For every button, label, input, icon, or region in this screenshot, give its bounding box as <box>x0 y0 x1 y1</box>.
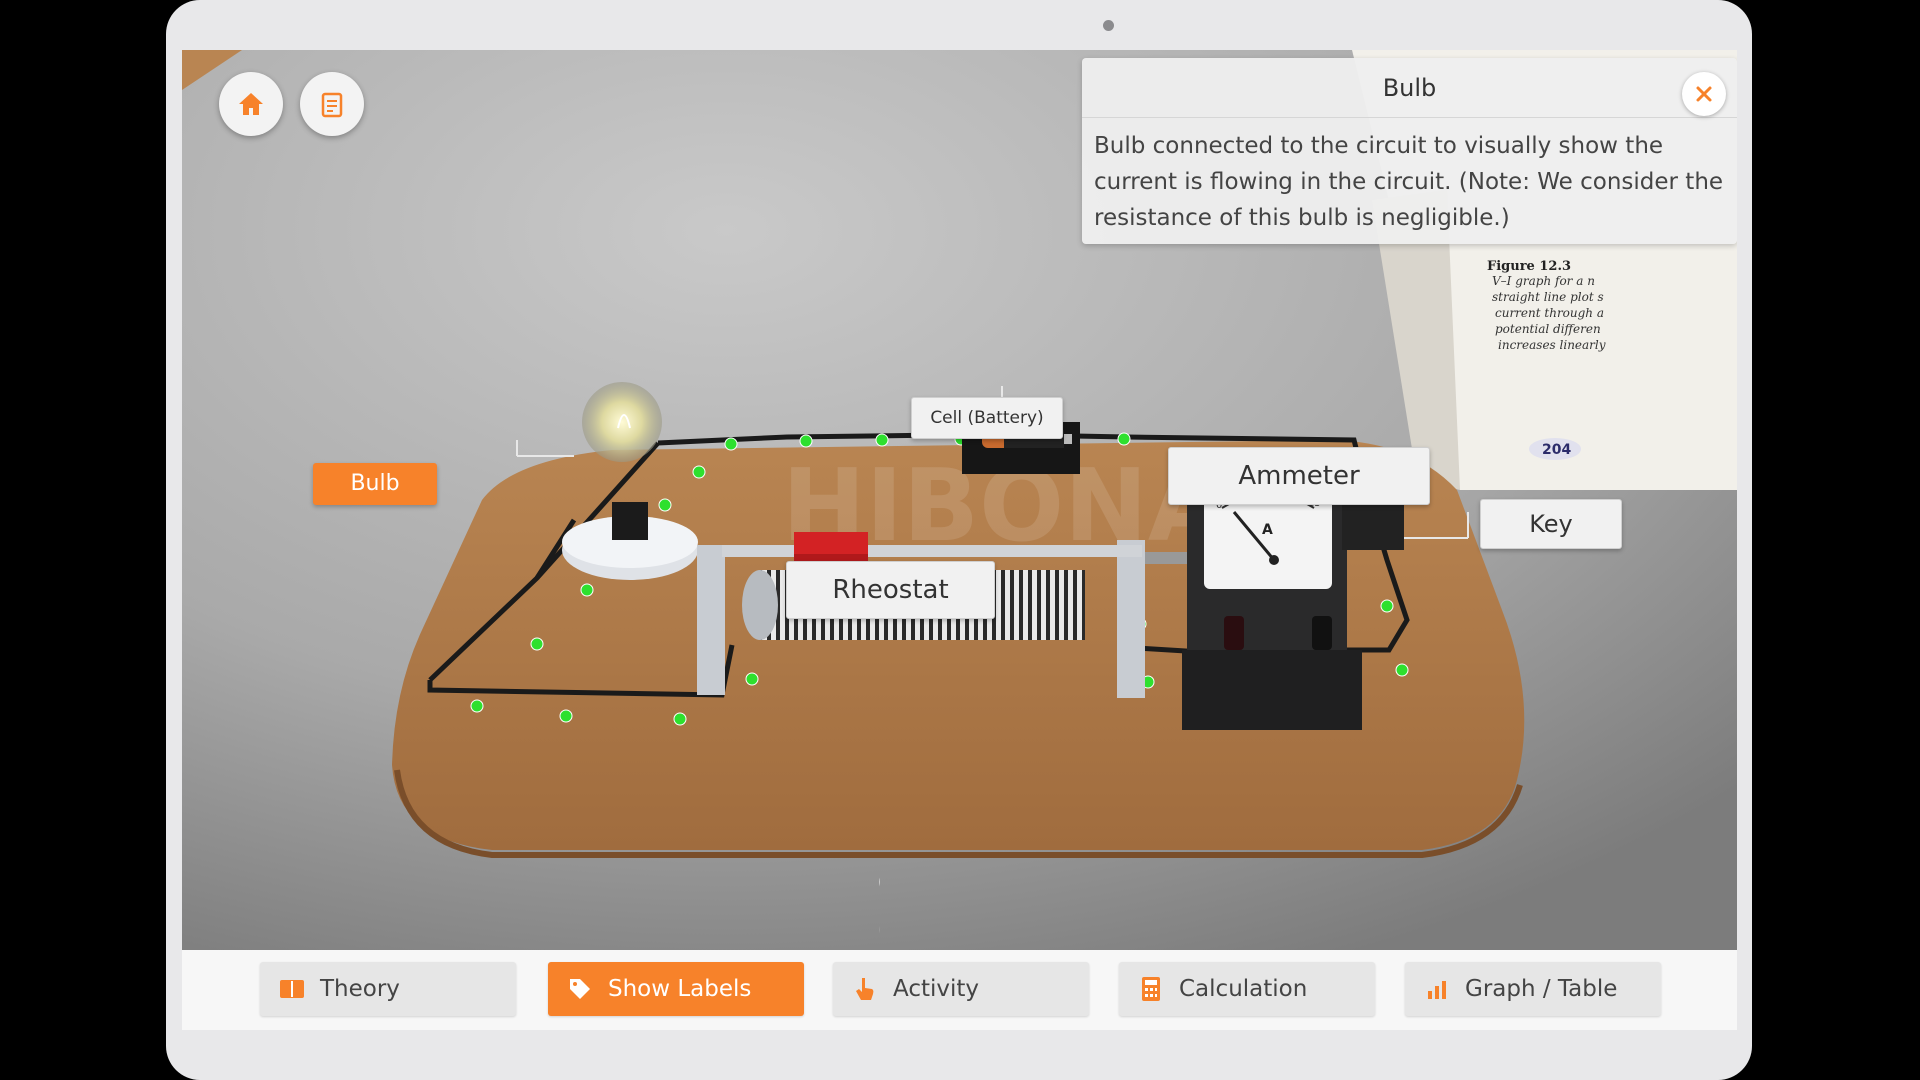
app-screen: Figure 12.3 V–I graph for a n straight l… <box>182 50 1737 1030</box>
bulb-label[interactable]: Bulb <box>313 463 437 505</box>
graph-table-label: Graph / Table <box>1465 976 1618 1002</box>
notes-button[interactable] <box>300 72 364 136</box>
book-caption-line: increases linearly <box>1498 338 1606 352</box>
calculation-button[interactable]: Calculation <box>1119 962 1375 1016</box>
notes-icon <box>321 92 343 118</box>
rheostat-label[interactable]: Rheostat <box>786 561 995 619</box>
calculator-icon <box>1137 975 1165 1003</box>
book-page-number: 204 <box>1542 442 1571 458</box>
calculation-label: Calculation <box>1179 976 1308 1002</box>
theory-button[interactable]: Theory <box>260 962 516 1016</box>
camera-dot <box>1103 20 1114 31</box>
info-panel-body: Bulb connected to the circuit to visuall… <box>1094 133 1724 231</box>
ammeter-label[interactable]: Ammeter <box>1168 447 1430 505</box>
close-icon <box>1696 86 1712 102</box>
tag-icon <box>566 975 594 1003</box>
book-caption-line: V–I graph for a n <box>1492 274 1595 288</box>
graph-table-button[interactable]: Graph / Table <box>1405 962 1661 1016</box>
chart-icon <box>1423 975 1451 1003</box>
home-icon <box>239 93 263 115</box>
info-panel-title: Bulb <box>1082 58 1737 118</box>
activity-label: Activity <box>893 976 980 1002</box>
close-button[interactable] <box>1682 72 1726 116</box>
dial-unit: A <box>1262 522 1273 538</box>
book-caption-line: current through a <box>1495 306 1604 320</box>
home-button[interactable] <box>219 72 283 136</box>
book-caption-line: potential differen <box>1495 322 1601 336</box>
bottom-toolbar: Theory Show Labels Activity Calculation … <box>182 950 1737 1030</box>
book-icon <box>278 975 306 1003</box>
book-caption-line: straight line plot s <box>1492 290 1604 304</box>
theory-label: Theory <box>320 976 400 1002</box>
info-panel: Bulb Bulb connected to the circuit to vi… <box>1082 58 1737 244</box>
book-figure: Figure 12.3 <box>1487 259 1571 274</box>
tutorial-hand-icon <box>878 877 880 934</box>
cell-battery-label[interactable]: Cell (Battery) <box>911 397 1063 439</box>
key-label[interactable]: Key <box>1480 499 1622 549</box>
